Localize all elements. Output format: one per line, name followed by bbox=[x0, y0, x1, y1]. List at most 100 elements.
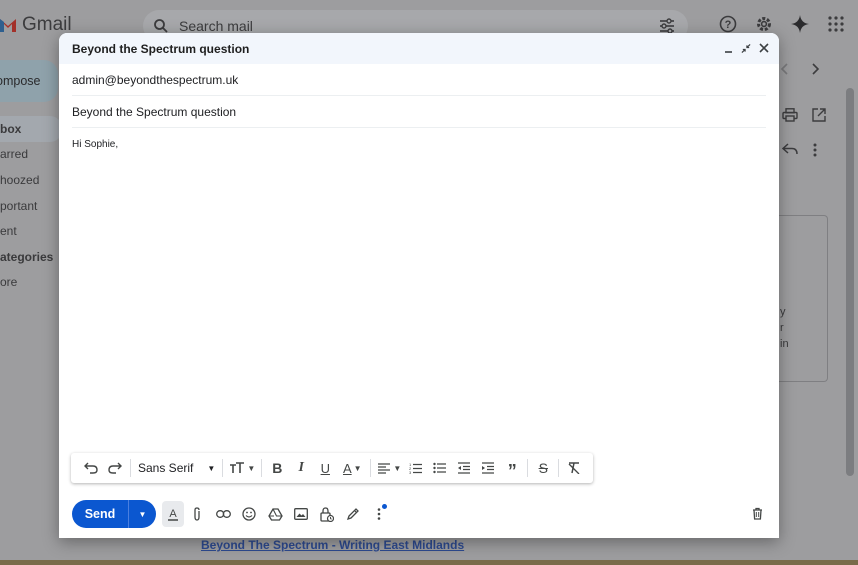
font-family-select[interactable]: Sans Serif ▼ bbox=[134, 456, 219, 480]
more-vertical-icon[interactable] bbox=[812, 143, 818, 160]
emoji-icon[interactable] bbox=[236, 501, 262, 527]
notification-dot bbox=[382, 504, 387, 509]
sidebar-item-starred[interactable]: arred bbox=[0, 142, 62, 168]
caret-down-icon: ▼ bbox=[353, 463, 362, 473]
pagination-arrows bbox=[780, 62, 820, 78]
chevron-right-icon[interactable] bbox=[810, 62, 820, 78]
search-icon[interactable] bbox=[153, 18, 169, 34]
underline-icon[interactable]: U bbox=[313, 456, 337, 480]
reply-icon[interactable] bbox=[781, 143, 798, 160]
quote-icon[interactable]: ” bbox=[500, 456, 524, 481]
font-family-value: Sans Serif bbox=[138, 461, 194, 475]
compose-action-icons: A bbox=[162, 501, 392, 527]
sidebar-item-sent[interactable]: ent bbox=[0, 218, 62, 244]
attach-file-icon[interactable] bbox=[184, 501, 210, 527]
compose-bottom-bar: Send ▼ A bbox=[72, 499, 392, 529]
remove-formatting-icon[interactable] bbox=[562, 456, 586, 480]
apps-grid-icon[interactable] bbox=[826, 14, 846, 34]
sidebar-item-inbox[interactable]: box bbox=[0, 116, 62, 142]
close-icon[interactable] bbox=[759, 41, 769, 55]
message-action-icons bbox=[781, 108, 826, 160]
sidebar-item-label: portant bbox=[0, 198, 38, 213]
text-color-glyph: A bbox=[342, 460, 352, 476]
sidebar-item-important[interactable]: portant bbox=[0, 193, 62, 219]
sidebar-item-label: ore bbox=[0, 275, 18, 290]
bold-icon[interactable]: B bbox=[265, 456, 289, 480]
compose-title: Beyond the Spectrum question bbox=[72, 41, 250, 56]
sidebar-item-categories[interactable]: ategories bbox=[0, 244, 62, 270]
toolbar-divider bbox=[130, 459, 131, 477]
subject-value[interactable]: Beyond the Spectrum question bbox=[72, 105, 236, 119]
send-button-group: Send ▼ bbox=[72, 500, 156, 528]
message-body[interactable]: Hi Sophie, bbox=[72, 139, 118, 150]
sidebar-item-label: ent bbox=[0, 224, 17, 239]
bulleted-list-icon[interactable] bbox=[428, 456, 452, 480]
caret-down-icon: ▼ bbox=[207, 463, 216, 473]
align-icon[interactable]: ▼ bbox=[374, 456, 404, 480]
svg-text:3: 3 bbox=[409, 470, 412, 474]
gemini-sparkle-icon[interactable] bbox=[790, 14, 810, 34]
top-right-icons: ? bbox=[718, 14, 846, 34]
compose-button[interactable]: ompose bbox=[0, 60, 58, 102]
indent-less-icon[interactable] bbox=[452, 456, 476, 480]
subject-field[interactable]: Beyond the Spectrum question bbox=[72, 96, 766, 128]
sidebar-item-label: box bbox=[0, 121, 22, 136]
more-options-icon[interactable] bbox=[366, 501, 392, 527]
svg-text:?: ? bbox=[725, 19, 732, 31]
to-field[interactable]: admin@beyondthespectrum.uk bbox=[72, 64, 766, 96]
strikethrough-icon[interactable]: S bbox=[531, 456, 555, 480]
sidebar-item-label: arred bbox=[0, 147, 29, 162]
indent-more-icon[interactable] bbox=[476, 456, 500, 480]
text-size-icon bbox=[230, 462, 245, 473]
help-icon[interactable]: ? bbox=[718, 14, 738, 34]
signature-pen-icon[interactable] bbox=[340, 501, 366, 527]
google-drive-icon[interactable] bbox=[262, 501, 288, 527]
redo-icon[interactable] bbox=[103, 456, 127, 480]
italic-icon[interactable]: I bbox=[289, 456, 313, 480]
toolbar-divider bbox=[527, 459, 529, 477]
settings-gear-icon[interactable] bbox=[754, 14, 774, 34]
compose-label: ompose bbox=[0, 74, 41, 88]
discard-draft-trash-icon[interactable] bbox=[747, 503, 767, 523]
sidebar-item-snoozed[interactable]: hoozed bbox=[0, 167, 62, 193]
sidebar-item-more[interactable]: ore bbox=[0, 270, 62, 296]
side-card-line: r bbox=[780, 322, 784, 334]
search-placeholder: Search mail bbox=[179, 18, 253, 34]
side-card-text: y r in bbox=[780, 304, 789, 352]
insert-link-icon[interactable] bbox=[210, 501, 236, 527]
font-size-select[interactable]: ▼ bbox=[226, 456, 258, 480]
print-icon[interactable] bbox=[782, 108, 798, 125]
compose-header[interactable]: Beyond the Spectrum question bbox=[59, 33, 779, 64]
toolbar-divider bbox=[261, 459, 263, 477]
scrollbar-thumb[interactable] bbox=[846, 88, 854, 476]
recipient-value[interactable]: admin@beyondthespectrum.uk bbox=[72, 73, 238, 87]
gmail-logo-icon bbox=[0, 19, 16, 32]
caret-down-icon: ▼ bbox=[138, 509, 147, 519]
toolbar-divider bbox=[558, 459, 560, 477]
side-card: y r in bbox=[776, 215, 828, 382]
side-card-line: y bbox=[780, 306, 786, 318]
sidebar-item-label: hoozed bbox=[0, 172, 40, 187]
caret-down-icon: ▼ bbox=[247, 463, 256, 473]
open-new-window-icon[interactable] bbox=[812, 108, 826, 125]
send-options-button[interactable]: ▼ bbox=[129, 500, 156, 528]
minimize-icon[interactable] bbox=[723, 41, 733, 55]
caret-down-icon: ▼ bbox=[393, 463, 402, 473]
gmail-logo[interactable]: Gmail bbox=[0, 14, 72, 36]
text-color-icon[interactable]: A ▼ bbox=[337, 456, 367, 480]
toolbar-divider bbox=[370, 459, 372, 477]
send-button[interactable]: Send bbox=[72, 500, 129, 528]
numbered-list-icon[interactable]: 123 bbox=[404, 456, 428, 480]
formatting-options-icon[interactable]: A bbox=[162, 501, 184, 527]
exit-fullscreen-icon[interactable] bbox=[741, 41, 751, 55]
formatting-toolbar: Sans Serif ▼ ▼ B I U A ▼ ▼ 123 ” S bbox=[71, 453, 593, 483]
chevron-left-icon[interactable] bbox=[780, 62, 790, 78]
scrollbar[interactable] bbox=[846, 88, 854, 478]
insert-photo-icon[interactable] bbox=[288, 501, 314, 527]
sidebar-item-label: ategories bbox=[0, 249, 54, 264]
email-link[interactable]: Beyond The Spectrum - Writing East Midla… bbox=[201, 538, 464, 552]
svg-text:A: A bbox=[169, 508, 177, 520]
sidebar-nav: box arred hoozed portant ent ategories o… bbox=[0, 116, 62, 295]
undo-icon[interactable] bbox=[79, 456, 103, 480]
confidential-mode-icon[interactable] bbox=[314, 501, 340, 527]
